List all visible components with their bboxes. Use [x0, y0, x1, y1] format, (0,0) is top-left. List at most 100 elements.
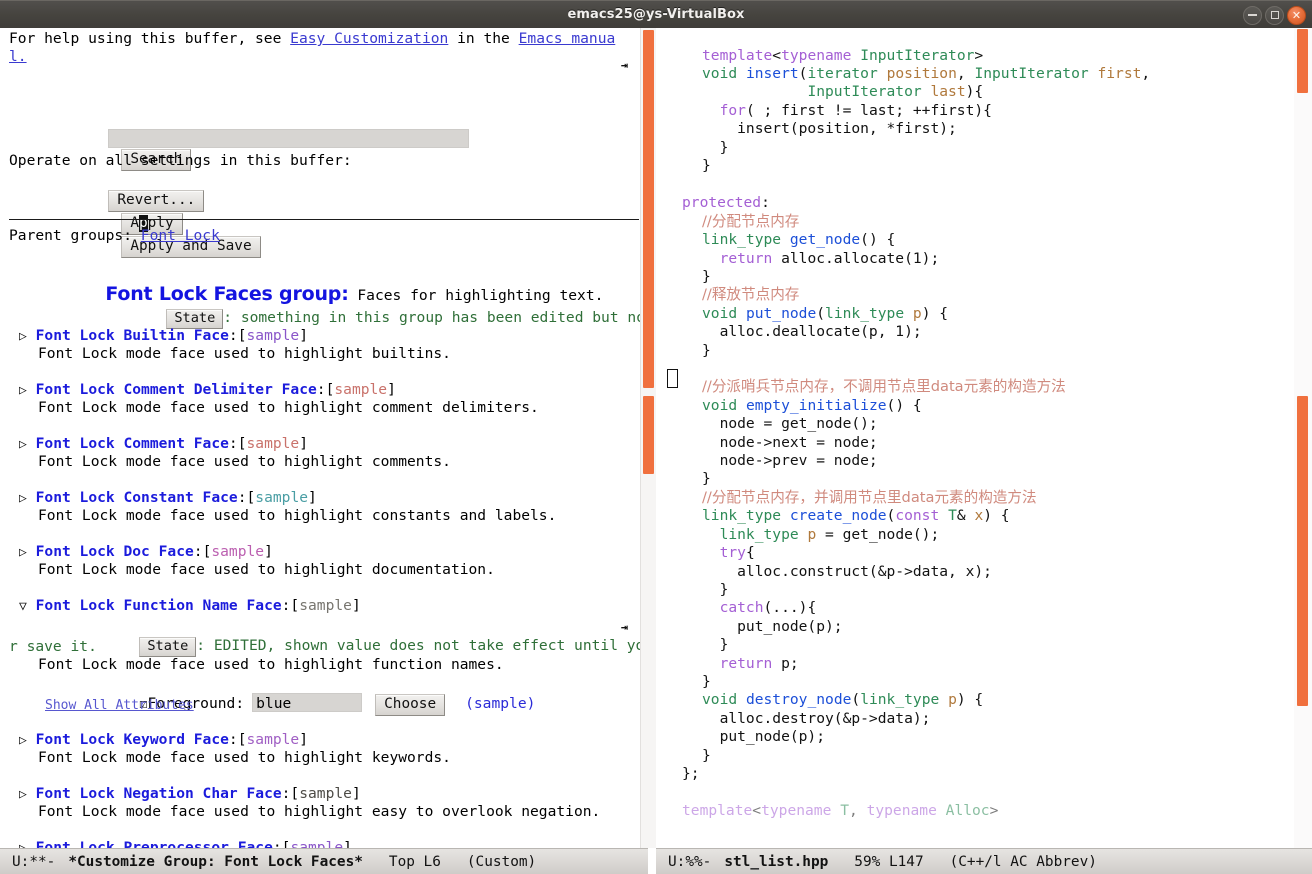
group-state-button[interactable]: State: [166, 309, 224, 329]
code-line: }: [702, 636, 729, 653]
modeline-buffer-name: *Customize Group: Font Lock Faces*: [68, 853, 363, 870]
face-sample: sample: [334, 381, 388, 398]
maximize-icon[interactable]: [1265, 5, 1284, 25]
code-text-area[interactable]: template<typename InputIterator> void in…: [667, 28, 1294, 822]
code-line: put_node(p);: [702, 728, 826, 745]
code-line: }: [702, 747, 711, 764]
face-entry-header[interactable]: ▷ Font Lock Keyword Face:[sample]: [19, 731, 308, 750]
section-divider: [9, 219, 639, 220]
modeline-position: Top L6: [388, 853, 441, 870]
face-description: Font Lock mode face used to highlight ea…: [38, 803, 601, 820]
help-line-2: l.: [9, 48, 27, 66]
face-name[interactable]: Font Lock Builtin Face: [36, 327, 229, 344]
code-line: }: [702, 157, 711, 174]
code-line-comment: //分派哨兵节点内存，不调用节点里data元素的构造方法: [702, 378, 1066, 395]
face-name[interactable]: Font Lock Constant Face: [36, 489, 238, 506]
face-name[interactable]: Font Lock Negation Char Face: [36, 785, 282, 802]
code-line: };: [682, 765, 700, 782]
code-line: void put_node(link_type p) {: [702, 305, 949, 322]
face-name[interactable]: Font Lock Doc Face: [36, 543, 194, 560]
modeline-status: U:%%-: [668, 853, 712, 870]
search-input[interactable]: [108, 129, 470, 148]
face-entry-header[interactable]: ▷ Font Lock Builtin Face:[sample]: [19, 327, 308, 346]
face-description: Font Lock mode face used to highlight ke…: [38, 749, 451, 766]
customize-buffer-body[interactable]: For help using this buffer, see Easy Cus…: [0, 28, 648, 848]
code-line: return p;: [719, 655, 799, 672]
code-line: }: [702, 470, 711, 487]
face-name[interactable]: Font Lock Function Name Face: [36, 597, 282, 614]
customize-text-area[interactable]: For help using this buffer, see Easy Cus…: [9, 28, 648, 848]
code-line-comment: //分配节点内存，并调用节点里data元素的构造方法: [702, 489, 1037, 506]
customize-window: For help using this buffer, see Easy Cus…: [0, 28, 648, 874]
code-line: }: [702, 268, 711, 285]
easy-customization-link[interactable]: Easy Customization: [290, 30, 448, 47]
expand-triangle-icon[interactable]: ▷: [19, 329, 27, 344]
code-line: }: [702, 581, 729, 598]
face-name[interactable]: Font Lock Comment Face: [36, 435, 229, 452]
code-line-comment: //分配节点内存: [702, 213, 800, 230]
face-entry-header[interactable]: ▷ Font Lock Doc Face:[sample]: [19, 543, 273, 562]
code-buffer-body[interactable]: template<typename InputIterator> void in…: [656, 28, 1312, 848]
foreground-sample: (sample): [465, 695, 536, 712]
line-continuation-icon: ⇥: [620, 58, 628, 72]
show-all-attributes-link[interactable]: Show All Attributes: [45, 698, 194, 713]
face-description: Font Lock mode face used to highlight fu…: [38, 656, 504, 673]
foreground-value-input[interactable]: blue: [252, 693, 363, 712]
face-name[interactable]: Font Lock Preprocessor Face: [36, 839, 273, 848]
face-description: Font Lock mode face used to highlight bu…: [38, 345, 451, 362]
close-icon[interactable]: ✕: [1287, 5, 1306, 25]
face-description: Font Lock mode face used to highlight co…: [38, 399, 539, 416]
face-description: Font Lock mode face used to highlight co…: [38, 453, 451, 470]
face-entry-header[interactable]: ▷ Font Lock Preprocessor Face:[sample]: [19, 839, 352, 848]
choose-color-button[interactable]: Choose: [375, 694, 446, 716]
code-line: void empty_initialize() {: [702, 397, 922, 414]
code-line: alloc.deallocate(p, 1);: [702, 323, 922, 340]
face-sample: sample: [211, 543, 265, 560]
face-entry-header[interactable]: ▷ Font Lock Negation Char Face:[sample]: [19, 785, 361, 804]
expand-triangle-icon[interactable]: ▷: [19, 545, 27, 560]
code-line: template<typename InputIterator>: [702, 47, 984, 64]
code-line: link_type p = get_node();: [719, 526, 940, 543]
right-window-scrollbar[interactable]: [640, 28, 656, 848]
code-line: catch(...){: [719, 599, 817, 616]
minimize-icon[interactable]: [1243, 5, 1262, 25]
face-name[interactable]: Font Lock Keyword Face: [36, 731, 229, 748]
face-name[interactable]: Font Lock Comment Delimiter Face: [36, 381, 317, 398]
code-line: for( ; first != last; ++first){: [719, 102, 992, 119]
help-line: For help using this buffer, see Easy Cus…: [9, 30, 615, 48]
emacs-manual-link-cont[interactable]: l.: [9, 48, 27, 65]
code-line: link_type create_node(const T& x) {: [702, 507, 1010, 524]
expand-triangle-icon[interactable]: ▷: [19, 787, 27, 802]
emacs-manual-link[interactable]: Emacs manua: [519, 30, 616, 47]
collapse-triangle-icon[interactable]: ▽: [19, 599, 27, 614]
expand-triangle-icon[interactable]: ▷: [19, 733, 27, 748]
expand-triangle-icon[interactable]: ▷: [19, 383, 27, 398]
code-line: return alloc.allocate(1);: [719, 250, 940, 267]
code-line: try{: [719, 544, 755, 561]
code-line: }: [702, 139, 729, 156]
code-cursor: [667, 369, 678, 388]
right-edge-scrollbar[interactable]: [1294, 28, 1312, 848]
face-description: Font Lock mode face used to highlight do…: [38, 561, 495, 578]
code-line: node->next = node;: [702, 434, 878, 451]
face-sample: sample: [290, 839, 344, 848]
right-modeline: U:%%- stl_list.hpp 59% L147 (C++/l AC Ab…: [656, 848, 1312, 874]
expand-triangle-icon[interactable]: ▷: [19, 841, 27, 848]
face-state-text-cont: r save it.: [9, 638, 97, 655]
face-entry-header[interactable]: ▷ Font Lock Comment Face:[sample]: [19, 435, 308, 454]
operate-label: Operate on all settings in this buffer:: [9, 152, 352, 169]
face-state-button[interactable]: State: [139, 637, 197, 657]
face-entry-header[interactable]: ▷ Font Lock Constant Face:[sample]: [19, 489, 317, 508]
face-entry-header-expanded[interactable]: ▽ Font Lock Function Name Face:[sample]: [19, 597, 361, 616]
face-sample: sample: [255, 489, 309, 506]
code-line: alloc.destroy(&p->data);: [702, 710, 931, 727]
face-entry-header[interactable]: ▷ Font Lock Comment Delimiter Face:[samp…: [19, 381, 396, 400]
window-title: emacs25@ys-VirtualBox: [567, 7, 745, 22]
parent-group-font-lock-link[interactable]: Font Lock: [141, 227, 220, 244]
code-line: link_type get_node() {: [702, 231, 896, 248]
expand-triangle-icon[interactable]: ▷: [19, 491, 27, 506]
modeline-status: U:**-: [12, 853, 56, 870]
expand-triangle-icon[interactable]: ▷: [19, 437, 27, 452]
face-sample: sample: [246, 435, 300, 452]
revert-button[interactable]: Revert...: [108, 190, 205, 212]
